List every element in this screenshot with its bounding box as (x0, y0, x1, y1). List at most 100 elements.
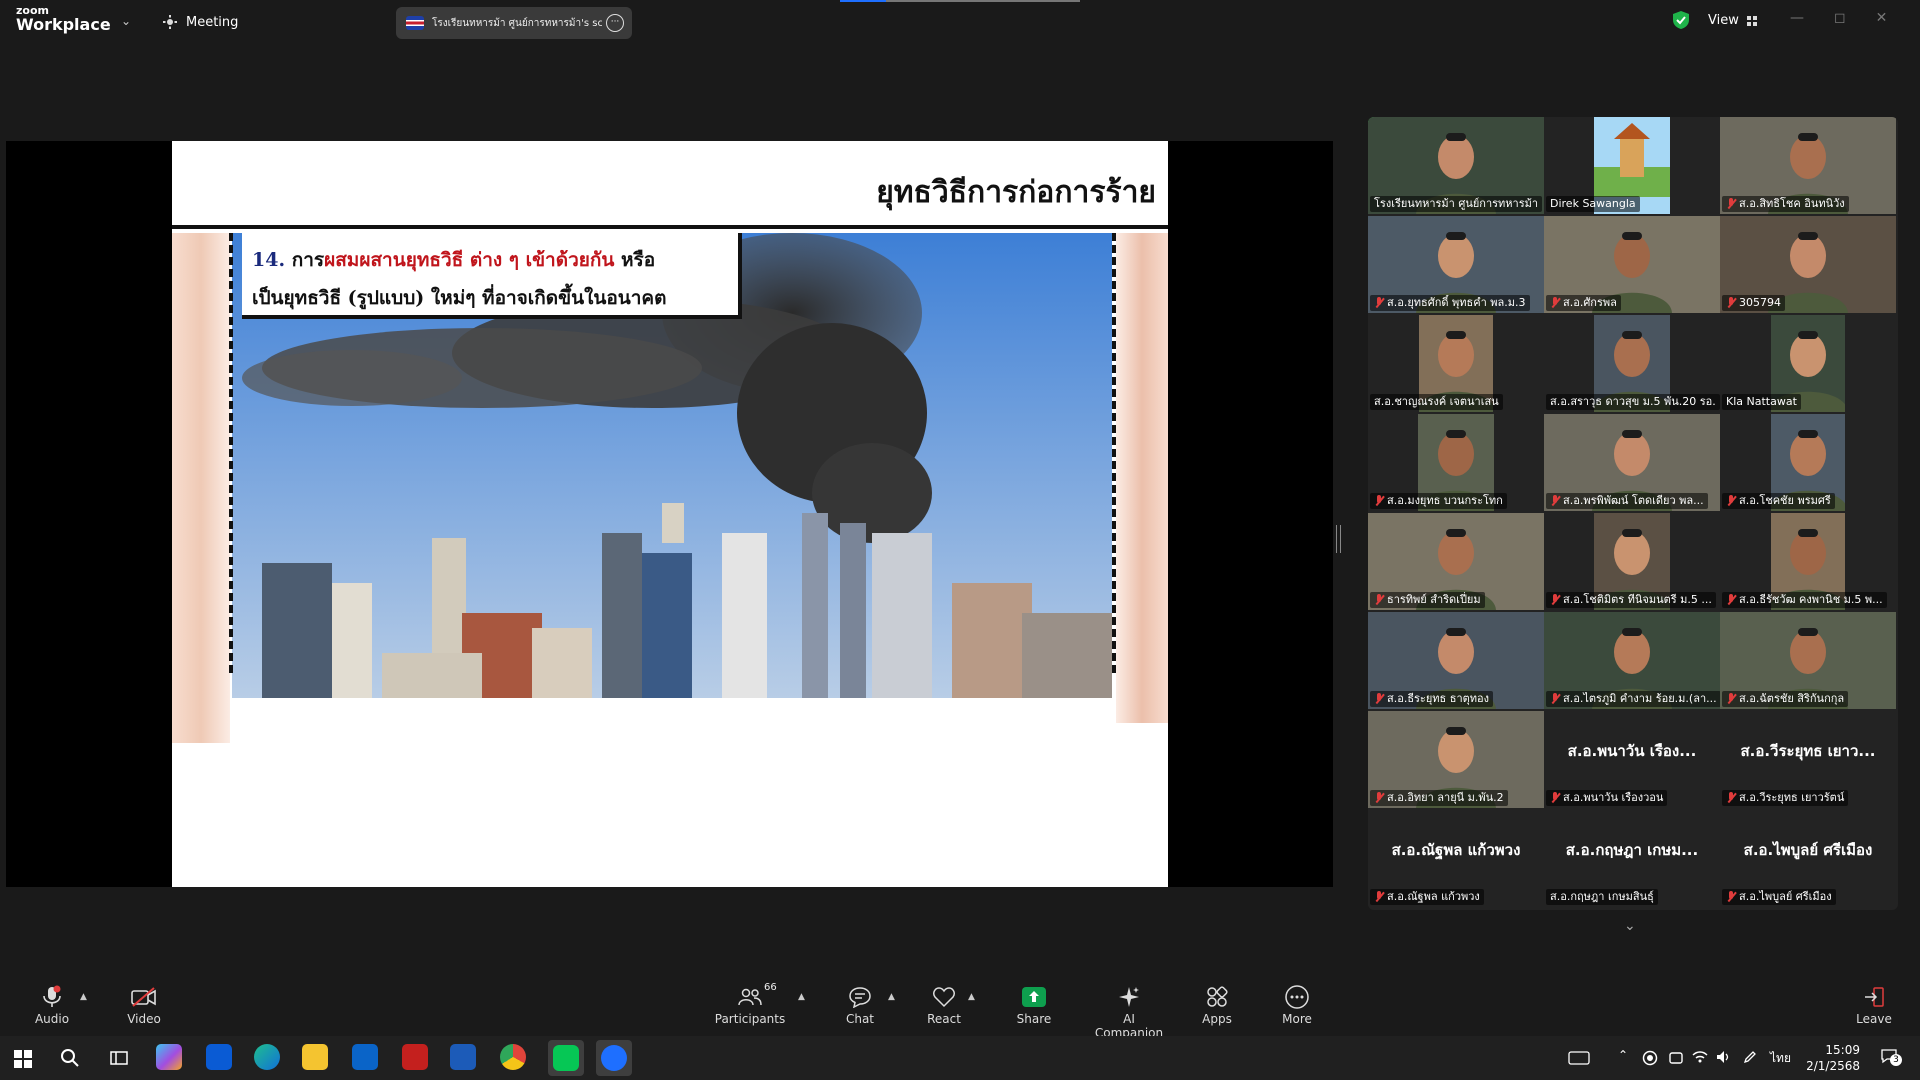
participant-tile[interactable]: ส.อ.สิทธิโชค อินทนิวัง (1720, 117, 1896, 214)
participant-tile[interactable]: 305794 (1720, 216, 1896, 313)
task-view-icon[interactable] (110, 1049, 128, 1067)
word-icon[interactable] (450, 1044, 476, 1070)
participant-tile[interactable]: ธารทิพย์ สำริดเปี่ยม (1368, 513, 1544, 610)
participant-display-name: ส.อ.กฤษฎา เกษม... (1565, 841, 1699, 859)
participant-tile[interactable]: ส.อ.พนาวัน เรือง... ส.อ.พนาวัน เรืองวอน (1544, 711, 1720, 808)
close-icon[interactable]: ✕ (1876, 10, 1888, 26)
participant-tile[interactable]: ส.อ.ธีระยุทธ ธาตุทอง (1368, 612, 1544, 709)
leave-button[interactable]: Leave (1856, 982, 1892, 1026)
meeting-label: Meeting (186, 14, 239, 30)
windows-start-icon[interactable] (14, 1050, 32, 1068)
mic-muted-icon (1550, 297, 1560, 309)
screen-share-indicator[interactable]: โรงเรียนทหารม้า ศูนย์การทหารม้า's scr ··… (396, 7, 632, 39)
more-label: More (1282, 1012, 1312, 1026)
participant-tile[interactable]: ส.อ.กฤษฎา เกษม... ส.อ.กฤษฎา เกษมสินธุ์ (1544, 810, 1720, 907)
store-icon[interactable] (206, 1044, 232, 1070)
pen-icon[interactable] (1742, 1049, 1758, 1065)
participant-tile[interactable]: ส.อ.ยุทธศักดิ์ พุทธคำ พล.ม.3 (1368, 216, 1544, 313)
participant-tile[interactable]: ส.อ.อิทยา ลายุนี ม.พัน.2 (1368, 711, 1544, 808)
participant-tile[interactable]: Kla Nattawat (1720, 315, 1896, 412)
more-button[interactable]: More (1280, 982, 1314, 1026)
edge-icon[interactable] (254, 1044, 280, 1070)
participant-tile[interactable]: ส.อ.มงยุทธ บวนกระโทก (1368, 414, 1544, 511)
participant-tile[interactable]: ส.อ.โชคชัย พรมศรี (1720, 414, 1896, 511)
decoration (172, 233, 230, 743)
participant-name: ธารทิพย์ สำริดเปี่ยม (1387, 593, 1481, 606)
clock[interactable]: 15:09 2/1/2568 (1800, 1042, 1860, 1074)
meeting-button[interactable]: Meeting (162, 12, 238, 32)
chrome-icon[interactable] (500, 1044, 526, 1070)
participant-name-tag: ส.อ.กฤษฎา เกษมสินธุ์ (1546, 889, 1658, 905)
participant-name-tag: ส.อ.พนาวัน เรืองวอน (1546, 790, 1668, 806)
participant-name-tag: ส.อ.ฉัตรชัย สิริกันกกุล (1722, 691, 1849, 707)
participant-tile[interactable]: ส.อ.ไตรภูมิ คำงาม ร้อย.ม.(ลา... (1544, 612, 1720, 709)
share-label: Share (1016, 1012, 1052, 1026)
notification-button[interactable]: 3 (1880, 1048, 1902, 1066)
tray-chevron-icon[interactable]: ⌃ (1618, 1048, 1628, 1062)
participant-tile[interactable]: ส.อ.ธีรัชวัฒ คงพานิช ม.5 พ... (1720, 513, 1896, 610)
view-label: View (1708, 13, 1739, 28)
participant-tile[interactable]: ส.อ.ไพบูลย์ ศรีเมือง ส.อ.ไพบูลย์ ศรีเมือง (1720, 810, 1896, 907)
volume-icon[interactable] (1716, 1050, 1732, 1064)
ellipsis-icon[interactable]: ··· (606, 14, 624, 32)
outlook-icon[interactable] (352, 1044, 378, 1070)
audio-caret-icon[interactable]: ▲ (80, 992, 87, 1002)
participant-tile[interactable]: ส.อ.วีระยุทธ เยาว... ส.อ.วีระยุทธ เยาวรัต… (1720, 711, 1896, 808)
maximize-icon[interactable]: ◻ (1834, 10, 1846, 26)
react-button[interactable]: React (924, 982, 964, 1026)
record-icon[interactable] (1642, 1050, 1658, 1066)
video-button[interactable]: Video (120, 982, 168, 1026)
participant-name: ส.อ.สราวุธ ดาวสุข ม.5 พัน.20 รอ. (1550, 395, 1716, 408)
view-button[interactable]: View (1708, 13, 1757, 28)
mic-muted-icon (1550, 495, 1560, 507)
clock-time: 15:09 (1825, 1043, 1860, 1057)
participant-name: ส.อ.สิทธิโชค อินทนิวัง (1739, 197, 1845, 210)
participant-name-tag: ส.อ.พรพิพัฒน์ โตดเดียว พล... (1546, 493, 1708, 509)
audio-button[interactable]: Audio (30, 982, 74, 1026)
participant-tile[interactable]: ส.อ.ฉัตรชัย สิริกันกกุล (1720, 612, 1896, 709)
keyboard-icon[interactable] (1568, 1051, 1590, 1065)
participants-caret-icon[interactable]: ▲ (798, 992, 805, 1002)
participant-tile[interactable]: Direk Sawangla (1544, 117, 1720, 214)
minimize-icon[interactable]: — (1790, 10, 1804, 26)
participant-tile[interactable]: ส.อ.สราวุธ ดาวสุข ม.5 พัน.20 รอ. (1544, 315, 1720, 412)
mic-muted-icon (1726, 693, 1736, 705)
sparkle-icon (1119, 987, 1139, 1007)
chevron-down-icon[interactable]: ⌄ (1624, 918, 1636, 934)
participant-name-tag: Kla Nattawat (1722, 394, 1801, 410)
apps-icon (1207, 986, 1228, 1007)
apps-button[interactable]: Apps (1200, 982, 1234, 1026)
participant-tile[interactable]: โรงเรียนทหารม้า ศูนย์การทหารม้า (1368, 117, 1544, 214)
share-button[interactable]: Share (1014, 982, 1054, 1026)
shield-check-icon[interactable] (1672, 10, 1690, 30)
chevron-down-icon[interactable]: ⌄ (121, 14, 131, 28)
participant-tile[interactable]: ส.อ.ศักรพล (1544, 216, 1720, 313)
line-app-tile[interactable] (548, 1040, 584, 1076)
grid-icon (1746, 15, 1757, 26)
react-caret-icon[interactable]: ▲ (968, 992, 975, 1002)
wifi-icon[interactable] (1692, 1050, 1708, 1064)
participant-tile[interactable]: ส.อ.ชาญณรงค์ เจตนาเสน (1368, 315, 1544, 412)
zoom-logo: zoom Workplace (16, 5, 111, 33)
participant-tile[interactable]: ส.อ.ณัฐพล แก้วพวง ส.อ.ณัฐพล แก้วพวง (1368, 810, 1544, 907)
folder-icon[interactable] (302, 1044, 328, 1070)
copilot-icon[interactable] (156, 1044, 182, 1070)
logo-line2: Workplace (16, 15, 111, 34)
chat-button[interactable]: Chat (840, 982, 880, 1026)
language-indicator[interactable]: ไทย (1770, 1049, 1791, 1068)
avatar (406, 16, 424, 30)
participant-name-tag: ส.อ.ไพบูลย์ ศรีเมือง (1722, 889, 1836, 905)
participant-tile[interactable]: ส.อ.พรพิพัฒน์ โตดเดียว พล... (1544, 414, 1720, 511)
acrobat-icon[interactable] (402, 1044, 428, 1070)
participant-name: ส.อ.อิทยา ลายุนี ม.พัน.2 (1387, 791, 1504, 804)
chat-caret-icon[interactable]: ▲ (888, 992, 895, 1002)
resize-handle[interactable] (1336, 525, 1341, 553)
participant-name-tag: ส.อ.ธีระยุทธ ธาตุทอง (1370, 691, 1494, 707)
participants-button[interactable]: 66 Participants (712, 982, 788, 1026)
zoom-app-tile[interactable] (596, 1040, 632, 1076)
search-icon[interactable] (60, 1048, 80, 1068)
participants-label: Participants (714, 1012, 786, 1026)
meet-now-icon[interactable] (1668, 1050, 1684, 1066)
participant-tile[interactable]: ส.อ.โชติมิตร ทีนิจมนตรี ม.5 ... (1544, 513, 1720, 610)
ai-companion-button[interactable]: AI Companion (1088, 982, 1170, 1040)
